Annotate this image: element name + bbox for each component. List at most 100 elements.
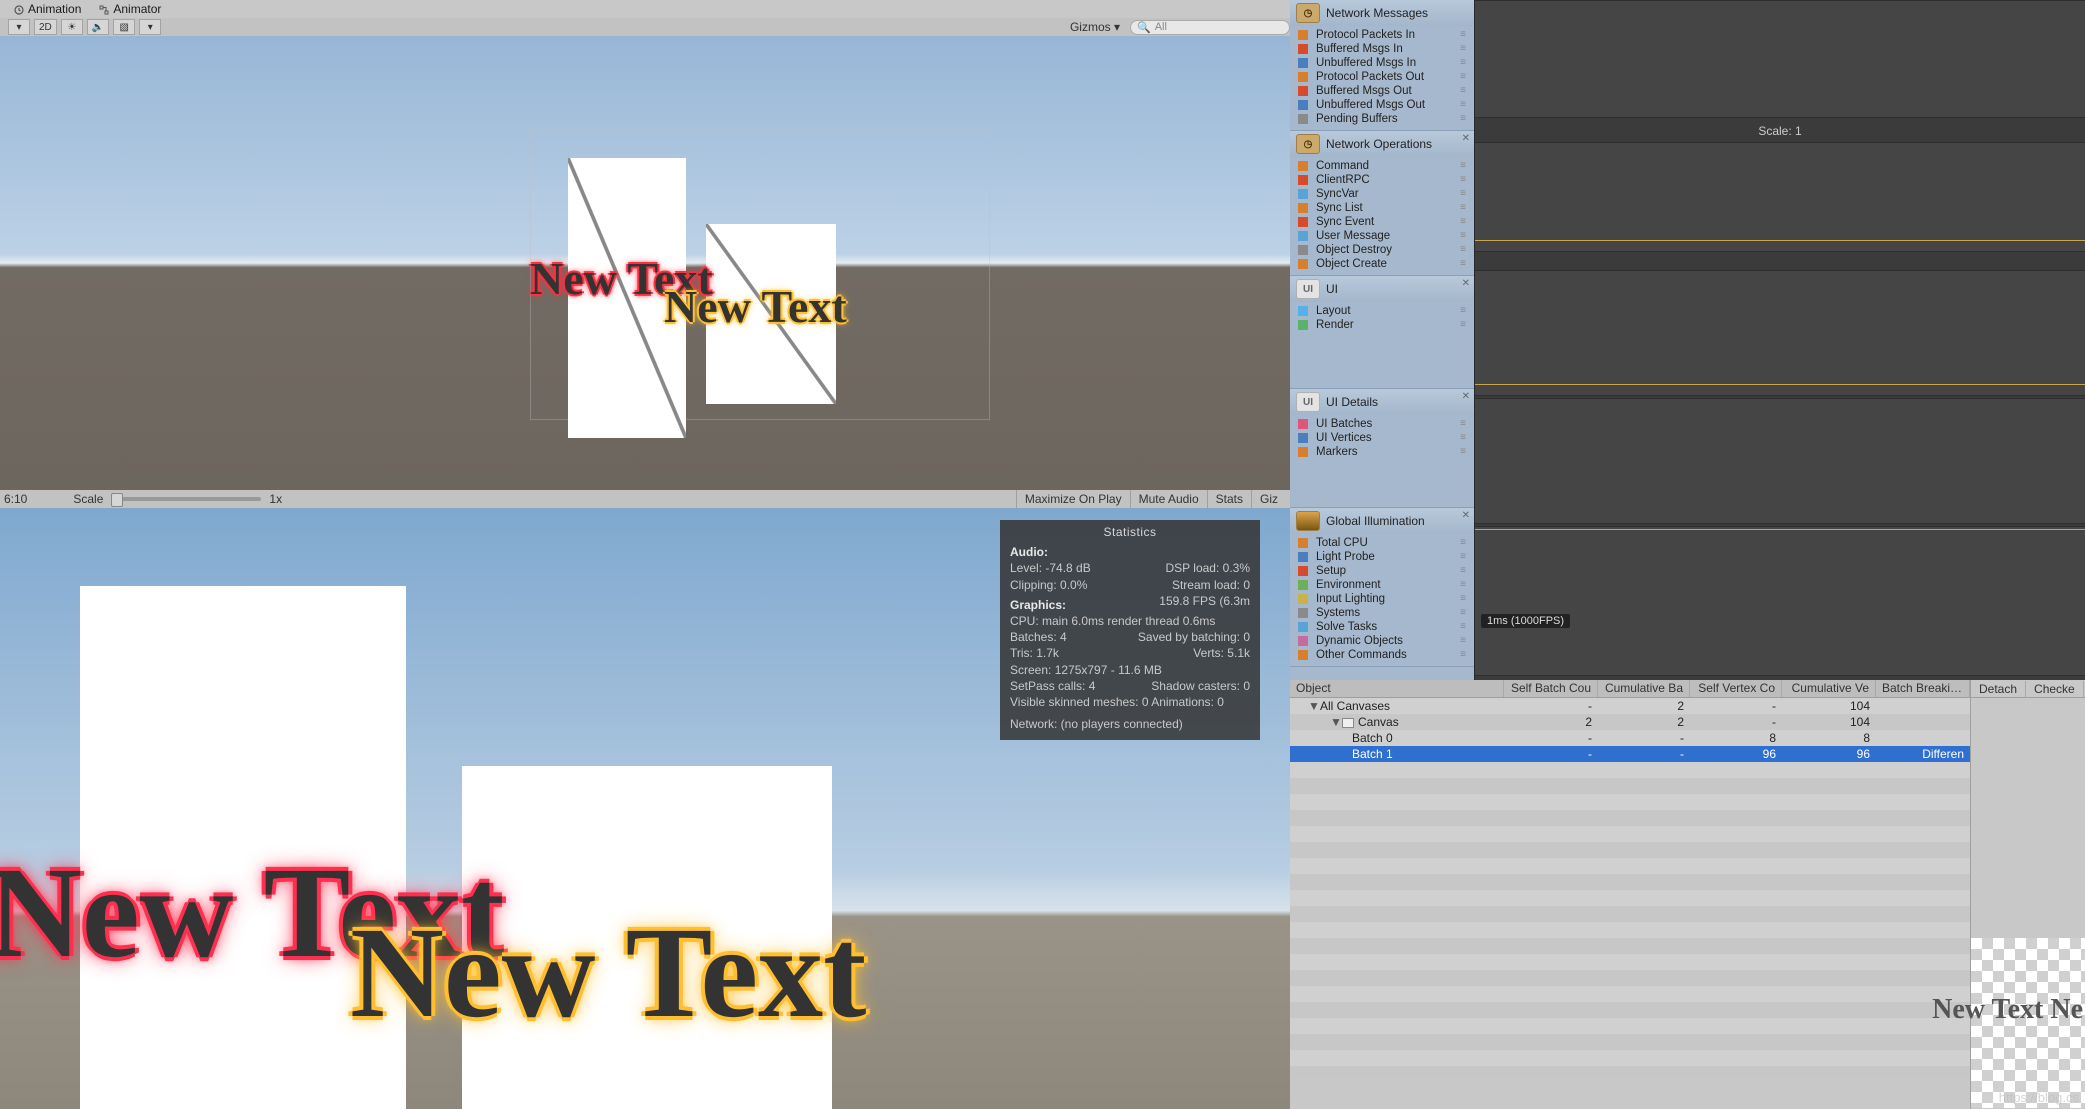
profiler-metric[interactable]: Object Destroy≡	[1290, 243, 1474, 257]
tree-toggle[interactable]: ▼	[1330, 715, 1340, 729]
drag-handle-icon[interactable]: ≡	[1460, 304, 1466, 318]
header-cum-vertex[interactable]: Cumulative Ve	[1782, 680, 1876, 697]
drag-handle-icon[interactable]: ≡	[1460, 606, 1466, 620]
profiler-metric[interactable]: Unbuffered Msgs In≡	[1290, 56, 1474, 70]
shaded-dropdown[interactable]: ▾	[8, 19, 30, 35]
drag-handle-icon[interactable]: ≡	[1460, 257, 1466, 271]
drag-handle-icon[interactable]: ≡	[1460, 229, 1466, 243]
header-breaking[interactable]: Batch Breaking	[1876, 680, 1970, 697]
module-global-illumination[interactable]: ✕Global Illumination Total CPU≡Light Pro…	[1290, 508, 1474, 667]
timeline-track[interactable]	[1475, 270, 2085, 396]
drag-handle-icon[interactable]: ≡	[1460, 620, 1466, 634]
drag-handle-icon[interactable]: ≡	[1460, 550, 1466, 564]
drag-handle-icon[interactable]: ≡	[1460, 564, 1466, 578]
profiler-metric[interactable]: Buffered Msgs In≡	[1290, 42, 1474, 56]
profiler-metric[interactable]: Environment≡	[1290, 578, 1474, 592]
timeline-track[interactable]	[1475, 526, 2085, 676]
drag-handle-icon[interactable]: ≡	[1460, 28, 1466, 42]
profiler-metric[interactable]: Other Commands≡	[1290, 648, 1474, 662]
toggle-audio[interactable]: 🔈	[87, 19, 109, 35]
profiler-metric[interactable]: Light Probe≡	[1290, 550, 1474, 564]
drag-handle-icon[interactable]: ≡	[1460, 634, 1466, 648]
tab-animation[interactable]: Animation	[6, 0, 89, 18]
profiler-metric[interactable]: User Message≡	[1290, 229, 1474, 243]
close-icon[interactable]: ✕	[1462, 278, 1470, 289]
timeline-track[interactable]	[1475, 0, 2085, 118]
header-object[interactable]: Object	[1290, 680, 1504, 697]
drag-handle-icon[interactable]: ≡	[1460, 578, 1466, 592]
drag-handle-icon[interactable]: ≡	[1460, 536, 1466, 550]
profiler-metric[interactable]: Protocol Packets Out≡	[1290, 70, 1474, 84]
game-view[interactable]: New Text New Text Statistics Audio: Leve…	[0, 508, 1290, 1109]
profiler-metric[interactable]: Input Lighting≡	[1290, 592, 1474, 606]
header-self-batch[interactable]: Self Batch Cou	[1504, 680, 1598, 697]
profiler-metric[interactable]: UI Batches≡	[1290, 417, 1474, 431]
maximize-on-play-toggle[interactable]: Maximize On Play	[1016, 490, 1130, 508]
table-row[interactable]: ▼Canvas22-104	[1290, 714, 1970, 730]
profiler-metric[interactable]: UI Vertices≡	[1290, 431, 1474, 445]
detach-button[interactable]: Detach	[1971, 681, 2026, 697]
scale-slider[interactable]	[111, 497, 261, 501]
drag-handle-icon[interactable]: ≡	[1460, 215, 1466, 229]
module-ui-details[interactable]: ✕UIUI Details UI Batches≡UI Vertices≡Mar…	[1290, 389, 1474, 508]
drag-handle-icon[interactable]: ≡	[1460, 592, 1466, 606]
scene-view[interactable]: New Text New Text	[0, 36, 1290, 490]
profiler-metric[interactable]: Render≡	[1290, 318, 1474, 332]
module-network-messages[interactable]: ◷Network Messages Protocol Packets In≡Bu…	[1290, 0, 1474, 131]
drag-handle-icon[interactable]: ≡	[1460, 112, 1466, 126]
drag-handle-icon[interactable]: ≡	[1460, 56, 1466, 70]
profiler-metric[interactable]: Object Create≡	[1290, 257, 1474, 271]
drag-handle-icon[interactable]: ≡	[1460, 417, 1466, 431]
profiler-metric[interactable]: Command≡	[1290, 159, 1474, 173]
profiler-metric[interactable]: Unbuffered Msgs Out≡	[1290, 98, 1474, 112]
close-icon[interactable]: ✕	[1462, 510, 1470, 521]
profiler-metric[interactable]: Protocol Packets In≡	[1290, 28, 1474, 42]
drag-handle-icon[interactable]: ≡	[1460, 42, 1466, 56]
table-row[interactable]: Batch 0--88	[1290, 730, 1970, 746]
drag-handle-icon[interactable]: ≡	[1460, 648, 1466, 662]
close-icon[interactable]: ✕	[1462, 391, 1470, 402]
tree-toggle[interactable]: ▼	[1308, 699, 1318, 713]
timeline-track[interactable]	[1475, 142, 2085, 252]
drag-handle-icon[interactable]: ≡	[1460, 318, 1466, 332]
module-ui[interactable]: ✕UIUI Layout≡Render≡	[1290, 276, 1474, 389]
drag-handle-icon[interactable]: ≡	[1460, 431, 1466, 445]
profiler-metric[interactable]: Markers≡	[1290, 445, 1474, 459]
gizmos-toggle[interactable]: Giz	[1251, 490, 1286, 508]
profiler-metric[interactable]: Systems≡	[1290, 606, 1474, 620]
drag-handle-icon[interactable]: ≡	[1460, 159, 1466, 173]
profiler-metric[interactable]: Total CPU≡	[1290, 536, 1474, 550]
table-row[interactable]: ▼All Canvases-2-104	[1290, 698, 1970, 714]
header-cum-batch[interactable]: Cumulative Ba	[1598, 680, 1690, 697]
profiler-metric[interactable]: Solve Tasks≡	[1290, 620, 1474, 634]
drag-handle-icon[interactable]: ≡	[1460, 243, 1466, 257]
stats-toggle[interactable]: Stats	[1207, 490, 1251, 508]
profiler-metric[interactable]: SyncVar≡	[1290, 187, 1474, 201]
extra-dropdown[interactable]: ▾	[139, 19, 161, 35]
timeline-track[interactable]	[1475, 398, 2085, 524]
profiler-metric[interactable]: ClientRPC≡	[1290, 173, 1474, 187]
drag-handle-icon[interactable]: ≡	[1460, 70, 1466, 84]
ui-text-gold[interactable]: New Text	[664, 280, 847, 333]
tab-animator[interactable]: Animator	[91, 0, 169, 18]
mute-audio-toggle[interactable]: Mute Audio	[1130, 490, 1207, 508]
table-row[interactable]: Batch 1--9696Differen	[1290, 746, 1970, 762]
checkerboard-toggle[interactable]: Checke	[2026, 681, 2084, 697]
profiler-metric[interactable]: Dynamic Objects≡	[1290, 634, 1474, 648]
header-self-vertex[interactable]: Self Vertex Co	[1690, 680, 1782, 697]
scene-search[interactable]: 🔍 All	[1130, 20, 1290, 35]
close-icon[interactable]: ✕	[1462, 133, 1470, 144]
profiler-metric[interactable]: Pending Buffers≡	[1290, 112, 1474, 126]
profiler-metric[interactable]: Setup≡	[1290, 564, 1474, 578]
drag-handle-icon[interactable]: ≡	[1460, 187, 1466, 201]
profiler-metric[interactable]: Sync Event≡	[1290, 215, 1474, 229]
toggle-lighting[interactable]: ☀	[61, 19, 83, 35]
profiler-metric[interactable]: Buffered Msgs Out≡	[1290, 84, 1474, 98]
toggle-fx[interactable]: ▧	[113, 19, 135, 35]
gizmos-dropdown[interactable]: Gizmos ▾	[1070, 20, 1126, 34]
drag-handle-icon[interactable]: ≡	[1460, 84, 1466, 98]
profiler-metric[interactable]: Sync List≡	[1290, 201, 1474, 215]
drag-handle-icon[interactable]: ≡	[1460, 445, 1466, 459]
profiler-metric[interactable]: Layout≡	[1290, 304, 1474, 318]
aspect-dropdown[interactable]: 6:10	[4, 492, 27, 506]
